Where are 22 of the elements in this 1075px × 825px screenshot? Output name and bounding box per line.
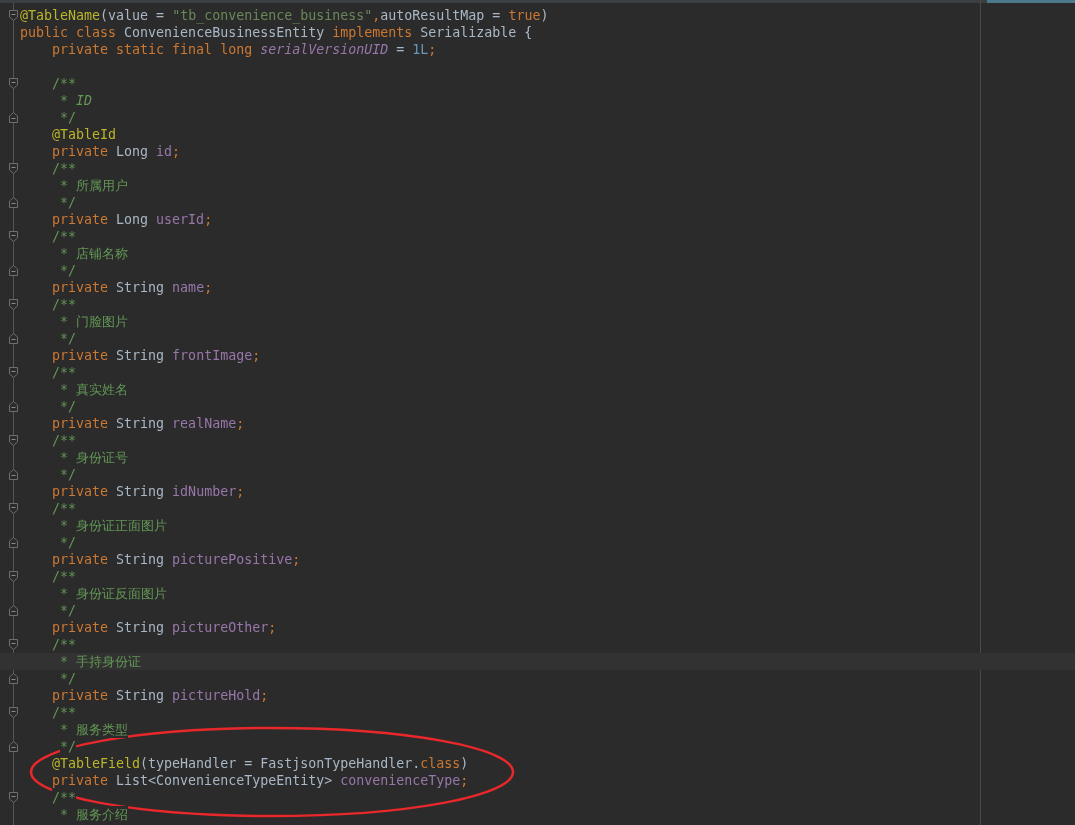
fold-marker-icon[interactable] [9, 741, 18, 752]
fold-marker-icon[interactable] [9, 265, 18, 276]
fold-marker-icon[interactable] [9, 401, 18, 412]
fold-marker-icon[interactable] [9, 333, 18, 344]
fold-marker-icon[interactable] [9, 792, 18, 803]
fold-marker-icon[interactable] [9, 367, 18, 378]
fold-marker-icon[interactable] [9, 673, 18, 684]
fold-marker-icon[interactable] [9, 231, 18, 242]
fold-marker-icon[interactable] [9, 639, 18, 650]
fold-marker-icon[interactable] [9, 503, 18, 514]
fold-marker-icon[interactable] [9, 299, 18, 310]
fold-marker-icon[interactable] [9, 571, 18, 582]
fold-marker-icon[interactable] [9, 605, 18, 616]
fold-marker-icon[interactable] [9, 707, 18, 718]
fold-marker-icon[interactable] [9, 163, 18, 174]
fold-marker-icon[interactable] [9, 537, 18, 548]
fold-marker-icon[interactable] [9, 78, 18, 89]
fold-marker-icon[interactable] [9, 10, 18, 21]
fold-marker-icon[interactable] [9, 435, 18, 446]
fold-marker-icon[interactable] [9, 112, 18, 123]
fold-marker-icon[interactable] [9, 469, 18, 480]
fold-marker-icon[interactable] [9, 197, 18, 208]
